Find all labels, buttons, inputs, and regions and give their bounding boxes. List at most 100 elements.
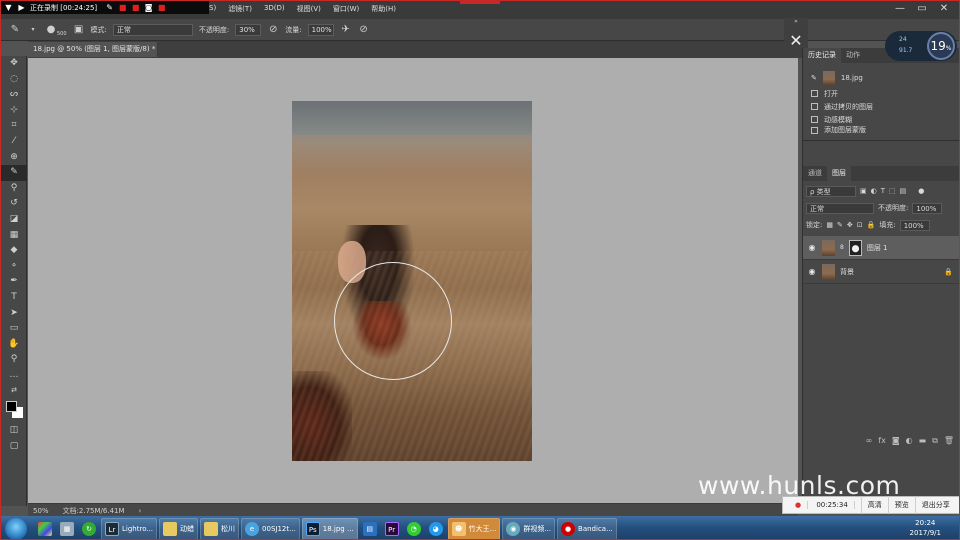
layer-mask-thumbnail[interactable] bbox=[848, 239, 862, 256]
type-tool-icon[interactable]: T bbox=[1, 290, 27, 306]
system-clock[interactable]: 20:24 2017/9/1 bbox=[910, 518, 941, 538]
taskbar-video-chat[interactable]: ◉ 群视频... bbox=[502, 517, 556, 539]
eyedropper-tool-icon[interactable]: ⁄ bbox=[1, 134, 27, 150]
new-layer-icon[interactable]: ⧉ bbox=[932, 436, 938, 450]
brush-tool-icon[interactable]: ✎ bbox=[1, 165, 27, 181]
taskbar-pinned-app[interactable]: Pr bbox=[382, 518, 402, 540]
mode-select[interactable]: 正常 bbox=[112, 23, 193, 36]
taskbar-bandicam[interactable]: ● Bandica... bbox=[557, 517, 617, 539]
brush-panel-icon[interactable]: ▣ bbox=[73, 24, 85, 35]
pen-icon[interactable]: ✎ bbox=[105, 3, 114, 12]
camera-icon[interactable]: ◙ bbox=[144, 3, 153, 12]
history-snapshot[interactable]: ✎ 18.jpg bbox=[803, 69, 959, 87]
lock-position-icon[interactable]: ✥ bbox=[847, 221, 853, 229]
more-tools-icon[interactable]: … bbox=[1, 368, 27, 384]
screen-mode-icon[interactable]: ▢ bbox=[1, 439, 27, 455]
eraser-tool-icon[interactable]: ◪ bbox=[1, 212, 27, 228]
tab-channels[interactable]: 通道 bbox=[803, 166, 827, 181]
taskbar-app[interactable]: ☻ 竹大王... bbox=[447, 517, 501, 539]
brush-tool-icon[interactable]: ✎ bbox=[9, 24, 21, 35]
menu-item-3d[interactable]: 3D(D) bbox=[264, 4, 285, 14]
status-menu-arrow-icon[interactable]: › bbox=[139, 507, 142, 515]
visibility-eye-icon[interactable]: ◉ bbox=[807, 267, 817, 276]
record-icon[interactable]: ■ bbox=[157, 3, 166, 12]
zoom-level[interactable]: 50% bbox=[33, 507, 49, 515]
history-brush-tool-icon[interactable]: ↺ bbox=[1, 196, 27, 212]
tab-history[interactable]: 历史记录 bbox=[803, 48, 841, 63]
foreground-color-swatch[interactable] bbox=[6, 401, 17, 413]
filter-type-icon[interactable]: T bbox=[881, 187, 885, 195]
taskbar-pinned-app[interactable]: ↻ bbox=[79, 518, 99, 540]
delete-layer-icon[interactable]: 🗑 bbox=[944, 436, 954, 450]
taskbar-photoshop[interactable]: Ps 18.jpg ... bbox=[301, 517, 358, 539]
maximize-icon[interactable]: ▭ bbox=[911, 3, 933, 15]
layer-kind-filter[interactable]: ρ 类型 bbox=[806, 185, 856, 197]
minimize-icon[interactable]: — bbox=[889, 3, 911, 15]
preview-button[interactable]: 预览 bbox=[889, 496, 916, 514]
menu-item-filter[interactable]: 滤镜(T) bbox=[228, 4, 252, 14]
filter-pixel-icon[interactable]: ▣ bbox=[860, 187, 867, 195]
filter-adjust-icon[interactable]: ◐ bbox=[871, 187, 877, 195]
filter-shape-icon[interactable]: ⬚ bbox=[889, 187, 896, 195]
blur-tool-icon[interactable]: ◆ bbox=[1, 243, 27, 259]
layer-row[interactable]: ◉ 8 图层 1 bbox=[803, 236, 959, 260]
lasso-tool-icon[interactable]: ᔕ bbox=[1, 87, 27, 103]
document-tab[interactable]: 18.jpg @ 50% (图层 1, 图层蒙版/8) * bbox=[28, 42, 158, 57]
taskbar-browser[interactable]: e 00SJ12t... bbox=[241, 517, 300, 539]
lock-all-icon[interactable]: 🔒 bbox=[867, 221, 876, 229]
blend-mode-select[interactable]: 正常 bbox=[806, 202, 874, 214]
taskbar-folder[interactable]: 动蜡 bbox=[159, 517, 199, 539]
fill-field[interactable]: 100% bbox=[899, 219, 930, 231]
taskbar-pinned-app[interactable]: ▦ bbox=[57, 518, 77, 540]
layer-opacity-field[interactable]: 100% bbox=[912, 202, 943, 214]
collapse-arrows-icon[interactable]: » bbox=[784, 18, 808, 26]
pen-tool-icon[interactable]: ✒ bbox=[1, 274, 27, 290]
marquee-tool-icon[interactable]: ◌ bbox=[1, 72, 27, 88]
zoom-tool-icon[interactable]: ⚲ bbox=[1, 352, 27, 368]
canvas-area[interactable] bbox=[28, 58, 798, 503]
menu-item-help[interactable]: 帮助(H) bbox=[371, 4, 396, 14]
dodge-tool-icon[interactable]: ⚬ bbox=[1, 259, 27, 275]
menu-item-window[interactable]: 窗口(W) bbox=[333, 4, 359, 14]
history-step[interactable]: 添加图层蒙版 bbox=[803, 126, 959, 134]
path-select-tool-icon[interactable]: ➤ bbox=[1, 306, 27, 322]
dropdown-icon[interactable]: ▼ bbox=[4, 3, 13, 12]
chain-link-icon[interactable]: 8 bbox=[840, 244, 844, 251]
airbrush-icon[interactable]: ✈ bbox=[340, 24, 352, 35]
pressure-size-icon[interactable]: ⊘ bbox=[358, 24, 370, 35]
adjustment-layer-icon[interactable]: ◐ bbox=[906, 436, 913, 450]
taskbar-pinned-app[interactable]: ◕ bbox=[426, 518, 446, 540]
crop-tool-icon[interactable]: ⌗ bbox=[1, 118, 27, 134]
taskbar-pinned-app[interactable]: ◔ bbox=[404, 518, 424, 540]
stop-icon-2[interactable]: ■ bbox=[131, 3, 140, 12]
close-window-icon[interactable]: ✕ bbox=[933, 3, 955, 15]
pressure-opacity-icon[interactable]: ⊘ bbox=[267, 24, 279, 35]
hand-tool-icon[interactable]: ✋ bbox=[1, 337, 27, 353]
new-group-icon[interactable]: ▬ bbox=[919, 436, 927, 450]
lock-pixels-icon[interactable]: ✎ bbox=[837, 221, 843, 229]
quick-mask-icon[interactable]: ◫ bbox=[1, 423, 27, 439]
tab-layers[interactable]: 图层 bbox=[827, 166, 851, 181]
layer-row[interactable]: ◉ 背景 🔒 bbox=[803, 260, 959, 284]
start-button[interactable] bbox=[5, 517, 27, 539]
add-mask-icon[interactable]: ◙ bbox=[892, 436, 900, 450]
tab-actions[interactable]: 动作 bbox=[841, 48, 865, 63]
link-layers-icon[interactable]: ∞ bbox=[866, 436, 873, 450]
taskbar-lightroom[interactable]: Lr Lightro... bbox=[101, 517, 158, 539]
taskbar-pinned-app[interactable] bbox=[35, 518, 55, 540]
stop-icon[interactable]: ■ bbox=[118, 3, 127, 12]
opacity-field[interactable]: 30% bbox=[235, 23, 262, 36]
visibility-eye-icon[interactable]: ◉ bbox=[807, 243, 817, 252]
menu-item-select[interactable]: S) bbox=[209, 4, 216, 14]
layer-style-icon[interactable]: fx bbox=[878, 436, 886, 450]
history-step[interactable]: 动感模糊 bbox=[803, 113, 959, 126]
quick-select-tool-icon[interactable]: ⊹ bbox=[1, 103, 27, 119]
healing-tool-icon[interactable]: ⊕ bbox=[1, 150, 27, 166]
hd-button[interactable]: 高清 bbox=[862, 496, 889, 514]
swap-colors-icon[interactable]: ⇄ bbox=[1, 383, 27, 399]
shape-tool-icon[interactable]: ▭ bbox=[1, 321, 27, 337]
exit-share-button[interactable]: 退出分享 bbox=[916, 496, 956, 514]
filter-toggle-icon[interactable]: ● bbox=[918, 187, 924, 195]
flow-field[interactable]: 100% bbox=[307, 23, 334, 36]
network-speed-widget[interactable]: 24 91.7 19% bbox=[885, 31, 957, 61]
